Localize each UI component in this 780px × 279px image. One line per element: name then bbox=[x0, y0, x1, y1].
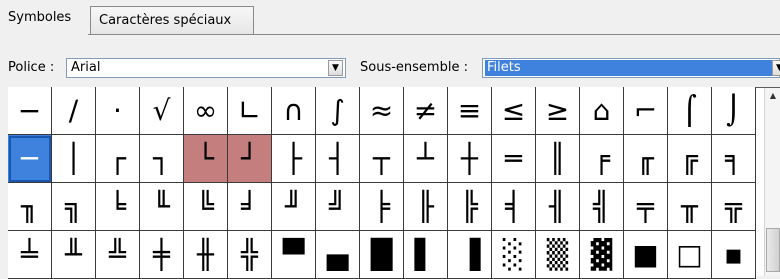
symbol-cell[interactable]: ≠ bbox=[404, 87, 448, 135]
tab-divider bbox=[0, 34, 780, 35]
symbol-cell[interactable]: ≤ bbox=[492, 87, 536, 135]
chevron-down-icon[interactable]: ▼ bbox=[328, 60, 343, 76]
tab-label: Caractères spéciaux bbox=[99, 13, 232, 28]
symbol-cell[interactable]: ╡ bbox=[492, 183, 536, 231]
symbol-cell[interactable]: ┘ bbox=[228, 135, 272, 183]
scrollbar-thumb[interactable] bbox=[766, 228, 780, 272]
symbol-cell[interactable]: ┼ bbox=[448, 135, 492, 183]
symbol-cell[interactable]: ├ bbox=[272, 135, 316, 183]
symbol-cell[interactable]: ╜ bbox=[272, 183, 316, 231]
tab-symboles[interactable]: Symboles bbox=[0, 4, 88, 35]
symbol-cell[interactable]: █ bbox=[360, 231, 404, 279]
symbol-cell[interactable]: ≡ bbox=[448, 87, 492, 135]
symbol-cell[interactable]: ╩ bbox=[96, 231, 140, 279]
symbol-cell[interactable]: ╘ bbox=[96, 183, 140, 231]
symbol-cell[interactable]: ╚ bbox=[184, 183, 228, 231]
font-select-value: Arial bbox=[71, 60, 101, 75]
symbol-cell[interactable]: ╞ bbox=[360, 183, 404, 231]
symbol-cell[interactable]: ┌ bbox=[96, 135, 140, 183]
subset-select-value: Filets bbox=[485, 60, 777, 76]
tab-label: Symboles bbox=[8, 10, 72, 25]
arrow-up-icon[interactable]: ▲ bbox=[765, 88, 780, 104]
symbol-cell[interactable]: ┤ bbox=[316, 135, 360, 183]
symbol-cell[interactable]: ▌ bbox=[404, 231, 448, 279]
symbol-cell[interactable]: − bbox=[8, 87, 52, 135]
symbol-cell[interactable]: ∞ bbox=[184, 87, 228, 135]
symbol-cell[interactable]: ▓ bbox=[580, 231, 624, 279]
subset-select[interactable]: Filets ▼ bbox=[482, 58, 780, 78]
symbol-cell[interactable]: □ bbox=[668, 231, 712, 279]
symbol-cell[interactable]: ╟ bbox=[404, 183, 448, 231]
symbol-cell[interactable]: ∟ bbox=[228, 87, 272, 135]
symbol-cell[interactable]: ≈ bbox=[360, 87, 404, 135]
symbol-cell[interactable]: ╣ bbox=[580, 183, 624, 231]
symbol-cell[interactable]: ≥ bbox=[536, 87, 580, 135]
font-label: Police : bbox=[8, 60, 55, 75]
subset-label: Sous-ensemble : bbox=[360, 60, 468, 75]
symbol-cell[interactable]: ∫ bbox=[316, 87, 360, 135]
symbol-cell[interactable]: ╦ bbox=[712, 183, 756, 231]
symbol-cell[interactable]: ∩ bbox=[272, 87, 316, 135]
symbol-cell[interactable]: ╫ bbox=[184, 231, 228, 279]
symbol-cell[interactable]: ░ bbox=[492, 231, 536, 279]
symbol-cell[interactable]: ║ bbox=[536, 135, 580, 183]
symbol-cell[interactable]: · bbox=[96, 87, 140, 135]
tab-caracteres-speciaux[interactable]: Caractères spéciaux bbox=[90, 6, 254, 34]
symbol-cell[interactable]: ╬ bbox=[228, 231, 272, 279]
symbol-cell[interactable]: ╪ bbox=[140, 231, 184, 279]
symbol-cell[interactable]: ╤ bbox=[624, 183, 668, 231]
symbol-cell[interactable]: ╕ bbox=[712, 135, 756, 183]
symbol-cell[interactable]: ╠ bbox=[448, 183, 492, 231]
symbol-cell[interactable]: ⌠ bbox=[668, 87, 712, 135]
font-select[interactable]: Arial ▼ bbox=[66, 58, 346, 78]
symbol-cell[interactable]: ╥ bbox=[668, 183, 712, 231]
symbol-cell[interactable]: ╗ bbox=[52, 183, 96, 231]
symbol-cell[interactable]: ═ bbox=[492, 135, 536, 183]
symbol-cell[interactable]: ┴ bbox=[404, 135, 448, 183]
symbol-cell[interactable]: ■ bbox=[624, 231, 668, 279]
symbol-cell[interactable]: ⌐ bbox=[624, 87, 668, 135]
symbol-cell[interactable]: ╛ bbox=[228, 183, 272, 231]
tab-strip: Symboles Caractères spéciaux bbox=[0, 0, 780, 35]
symbol-cell[interactable]: ╝ bbox=[316, 183, 360, 231]
symbol-cell[interactable]: ▄ bbox=[316, 231, 360, 279]
symbol-cell[interactable]: ▐ bbox=[448, 231, 492, 279]
symbol-cell[interactable]: ╓ bbox=[624, 135, 668, 183]
symbol-cell[interactable]: ⌡ bbox=[712, 87, 756, 135]
symbol-cell[interactable]: │ bbox=[52, 135, 96, 183]
symbol-cell[interactable]: ╨ bbox=[52, 231, 96, 279]
chevron-down-icon[interactable]: ▼ bbox=[772, 60, 780, 76]
symbol-cell[interactable]: √ bbox=[140, 87, 184, 135]
symbol-cell[interactable]: ┬ bbox=[360, 135, 404, 183]
symbol-cell[interactable]: ╒ bbox=[580, 135, 624, 183]
symbol-cell[interactable]: ╧ bbox=[8, 231, 52, 279]
symbol-cell[interactable]: ─ bbox=[8, 135, 52, 183]
symbol-cell[interactable]: └ bbox=[184, 135, 228, 183]
symbol-cell[interactable]: ┐ bbox=[140, 135, 184, 183]
symbol-cell[interactable]: ∕ bbox=[52, 87, 96, 135]
symbol-cell[interactable]: ▒ bbox=[536, 231, 580, 279]
grid-scrollbar[interactable]: ▲ bbox=[764, 88, 780, 276]
symbol-cell[interactable]: ⌂ bbox=[580, 87, 624, 135]
symbol-cell[interactable]: ▪ bbox=[712, 231, 756, 279]
symbol-cell[interactable]: ╙ bbox=[140, 183, 184, 231]
symbol-cell[interactable]: ╖ bbox=[8, 183, 52, 231]
symbol-grid[interactable]: − ∕ · √ ∞ ∟ ∩ ∫ ≈ ≠ ≡ ≤ ≥ ⌂ ⌐ ⌠ ⌡ ─ │ ┌ ┐ └ ┘ ├ ┤ ┬ ┴ ┼ ═ ║ ╒ ╓ ╔ ╕ ╖ ╗ ╘ ╙ ╚ ╛… bbox=[8, 87, 756, 279]
symbol-cell[interactable]: ╢ bbox=[536, 183, 580, 231]
symbol-cell[interactable]: ╔ bbox=[668, 135, 712, 183]
symbol-cell[interactable]: ▀ bbox=[272, 231, 316, 279]
